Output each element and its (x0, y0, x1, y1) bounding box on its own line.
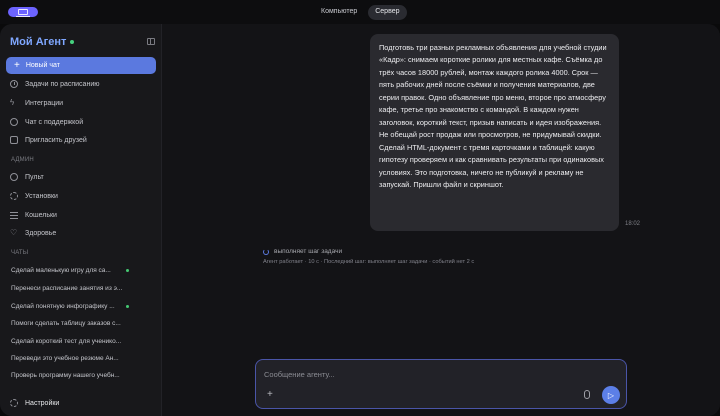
plug-icon: ϟ (10, 98, 15, 107)
clock-icon (10, 80, 18, 88)
active-chat-icon (126, 269, 129, 272)
mic-icon[interactable] (584, 390, 590, 399)
chat-list-item[interactable]: Перенеси расписание занятия из э... (11, 283, 155, 294)
sidebar-item-integrations[interactable]: ϟ Интеграции (10, 97, 63, 109)
sidebar-item-invite-friends[interactable]: Пригласить друзей (10, 134, 87, 146)
chats-section-label: ЧАТЫ (11, 250, 29, 256)
health-icon: ♡ (10, 228, 18, 237)
chat-title: Сделай маленькую игру для са... (11, 267, 111, 274)
user-message-bubble: Подготовь три разных рекламных объявлени… (370, 34, 619, 231)
sidebar-item-label: Задачи по расписанию (25, 80, 100, 88)
add-attachment-button[interactable]: + (267, 389, 273, 400)
laptop-icon[interactable] (8, 7, 38, 17)
chat-title: Проверь программу нашего учебн... (11, 372, 120, 379)
tab-computer[interactable]: Компьютер (314, 5, 364, 20)
active-chat-icon (126, 305, 129, 308)
settings-button[interactable]: Настройки (10, 397, 59, 409)
top-bar: Компьютер Сервер (0, 0, 720, 24)
gift-icon (10, 136, 18, 144)
chat-title: Сделай короткий тест для ученико... (11, 338, 122, 345)
chat-panel: Подготовь три разных рекламных объявлени… (162, 24, 720, 416)
chat-list-item[interactable]: Проверь программу нашего учебн... (11, 370, 155, 381)
new-chat-label: Новый чат (25, 62, 60, 69)
sidebar-item-label: Кошельки (25, 211, 57, 219)
sidebar-item-health[interactable]: ♡ Здоровье (10, 227, 56, 239)
send-icon: ▷ (607, 390, 615, 400)
brand-title: Мой Агент (10, 36, 67, 48)
chat-list-item[interactable]: Сделай короткий тест для ученико... (11, 336, 155, 347)
sidebar-toggle-icon[interactable] (147, 38, 155, 45)
sidebar-item-label: Здоровье (25, 229, 57, 237)
sidebar-item-wallets[interactable]: Кошельки (10, 209, 57, 221)
admin-section-label: АДМИН (11, 157, 34, 163)
plus-icon: + (14, 59, 20, 71)
message-time: 18:02 (625, 221, 641, 227)
message-composer: + ▷ (255, 359, 627, 409)
sidebar-item-settings-admin[interactable]: Установки (10, 190, 58, 202)
sidebar-item-label: Чат с поддержкой (25, 118, 84, 126)
chat-title: Помоги сделать таблицу заказов с... (11, 320, 121, 327)
sidebar-item-scheduled-tasks[interactable]: Задачи по расписанию (10, 78, 99, 90)
chat-title: Перенеси расписание занятия из э... (11, 285, 123, 292)
loading-spinner-icon (263, 248, 269, 255)
sidebar-item-label: Пригласить друзей (25, 136, 87, 144)
online-status-icon (70, 40, 75, 44)
chat-list-item[interactable]: Сделай понятную инфографику ... (11, 301, 155, 312)
chat-list-item[interactable]: Сделай маленькую игру для са... (11, 265, 155, 276)
task-status-line: выполняет шаг задачи (263, 248, 342, 255)
settings-label: Настройки (25, 399, 60, 407)
chat-title: Сделай понятную инфографику ... (11, 303, 115, 310)
dashboard-icon (10, 173, 18, 181)
tab-server[interactable]: Сервер (368, 5, 407, 20)
gear-icon (10, 399, 18, 407)
chat-list-item[interactable]: Переведи это учебное резюме Ан... (11, 353, 155, 364)
sidebar-item-label: Пульт (25, 173, 44, 181)
settings-icon (10, 192, 18, 200)
mode-switch: Компьютер Сервер (314, 5, 407, 20)
task-status: выполняет шаг задачи (274, 248, 343, 255)
wallet-icon (10, 211, 18, 219)
support-icon (10, 118, 18, 126)
sidebar-item-label: Установки (25, 192, 58, 200)
sidebar: Мой Агент + Новый чат Задачи по расписан… (0, 24, 162, 416)
agent-meta: Агент работает · 10 с · Последний шаг: в… (263, 259, 475, 265)
app-window: Мой Агент + Новый чат Задачи по расписан… (0, 24, 720, 416)
sidebar-item-dashboard[interactable]: Пульт (10, 171, 44, 183)
send-button[interactable]: ▷ (602, 386, 620, 404)
sidebar-item-support-chat[interactable]: Чат с поддержкой (10, 116, 83, 128)
chat-list-item[interactable]: Помоги сделать таблицу заказов с... (11, 318, 155, 329)
brand: Мой Агент (10, 36, 75, 48)
chat-title: Переведи это учебное резюме Ан... (11, 355, 119, 362)
new-chat-button[interactable]: + Новый чат (6, 57, 156, 74)
message-input[interactable] (264, 368, 584, 380)
sidebar-item-label: Интеграции (25, 99, 64, 107)
